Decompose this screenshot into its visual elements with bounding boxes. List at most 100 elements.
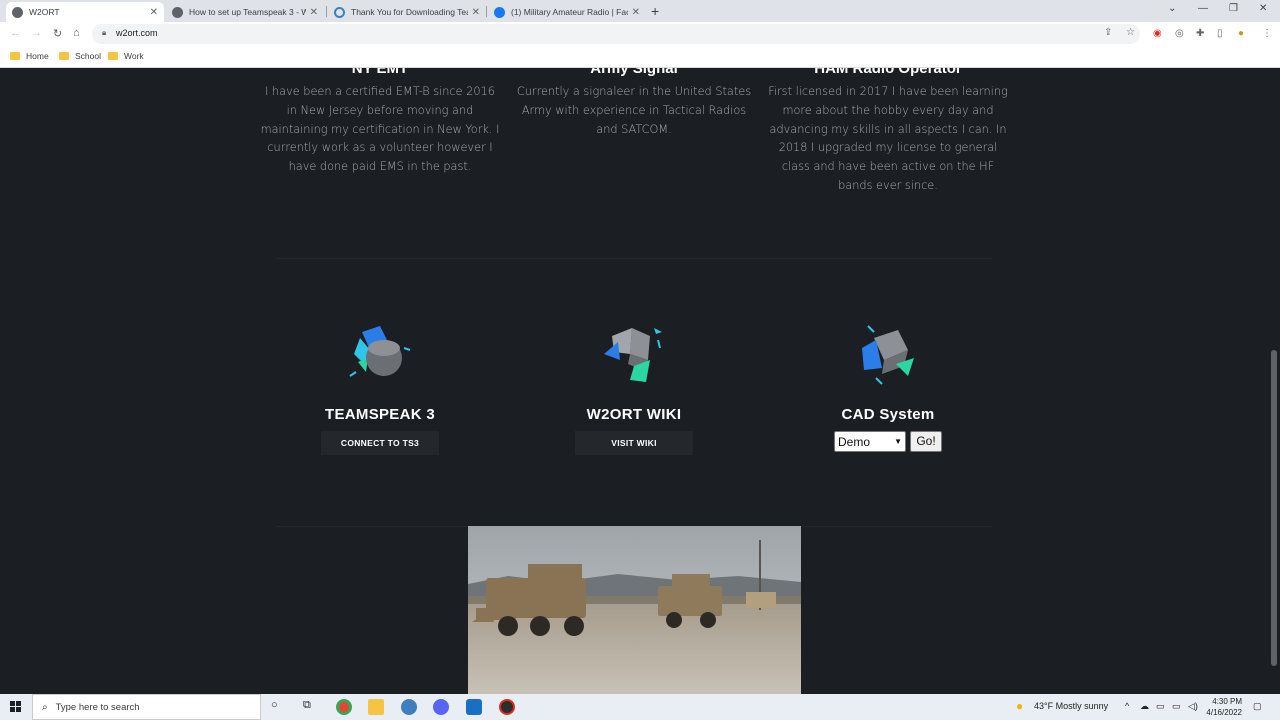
tab-search-icon[interactable]: ⌄ [1168, 3, 1176, 14]
teamspeak-feature: TEAMSPEAK 3 CONNECT TO TS3 [260, 324, 500, 455]
tab-separator [326, 6, 327, 17]
about-column-ham: HAM Radio Operator First licensed in 201… [768, 68, 1008, 196]
clock-time: 4:30 PM [1212, 697, 1242, 706]
about-heading: NY EMT [351, 68, 409, 77]
bookmark-home[interactable]: Home [10, 51, 49, 61]
bookmark-school[interactable]: School [59, 51, 101, 61]
restore-button[interactable]: ❐ [1229, 3, 1238, 14]
tab-title: Thank You for Downloading Tea [351, 7, 468, 17]
facebook-icon [494, 6, 505, 18]
close-icon[interactable]: ✕ [150, 7, 158, 18]
military-vehicles-photo [468, 526, 801, 694]
globe-icon [12, 6, 23, 18]
teamspeak-taskbar-icon[interactable] [401, 699, 417, 715]
folder-icon [59, 52, 69, 60]
taskbar-search-box[interactable]: ⌕ Type here to search [32, 694, 261, 720]
tab-teamspeak-guide[interactable]: How to set up Teamspeak 3 - W ✕ [166, 2, 324, 22]
window-close-button[interactable]: ✕ [1259, 3, 1267, 14]
feature-title: W2ORT WIKI [586, 406, 682, 423]
about-heading: HAM Radio Operator [814, 68, 962, 77]
bookmarks-bar: Home School Work [0, 46, 1280, 68]
loading-icon [334, 6, 345, 18]
tab-title: (1) Military Amateur Radio | Face [511, 7, 628, 17]
profile-avatar[interactable]: ● [1238, 28, 1244, 39]
about-text: I have been a certified EMT-B since 2016… [260, 85, 500, 174]
extension-icon[interactable]: ◉ [1153, 28, 1162, 39]
address-bar[interactable]: 🔒︎ w2ort.com ⇪ ☆ [92, 24, 1140, 44]
puzzle-icon[interactable]: ✚ [1196, 28, 1204, 39]
back-button[interactable]: ← [10, 27, 21, 39]
chevron-down-icon: ▼ [894, 437, 902, 446]
weather-text[interactable]: 43°F Mostly sunny [1034, 701, 1108, 711]
discord-icon[interactable] [433, 699, 449, 715]
taskbar-clock[interactable]: 4:30 PM 4/16/2022 [1198, 696, 1242, 718]
visit-wiki-button[interactable]: VISIT WIKI [575, 431, 693, 455]
file-explorer-icon[interactable] [368, 699, 384, 715]
menu-icon[interactable]: ⋮ [1262, 28, 1272, 39]
notification-icon[interactable]: ▢ [1253, 701, 1262, 712]
weather-sun-icon[interactable]: ● [1016, 699, 1023, 713]
about-column-emt: NY EMT I have been a certified EMT-B sin… [260, 68, 500, 177]
browser-tab-bar: W2ORT ✕ How to set up Teamspeak 3 - W ✕ … [0, 0, 1280, 22]
lock-icon[interactable]: 🔒︎ [102, 28, 106, 38]
extension-icon[interactable]: ◎ [1175, 28, 1184, 39]
forward-button[interactable]: → [31, 27, 42, 39]
about-text: Currently a signaleer in the United Stat… [516, 85, 752, 136]
feature-title: CAD System [841, 406, 935, 423]
tab-title: W2ORT [29, 7, 60, 17]
wiki-feature: W2ORT WIKI VISIT WIKI [514, 324, 754, 455]
display-icon[interactable]: ▭ [1156, 701, 1165, 712]
cortana-icon[interactable]: ○ [271, 699, 278, 711]
tab-facebook[interactable]: (1) Military Amateur Radio | Face ✕ [488, 2, 646, 22]
close-icon[interactable]: ✕ [632, 7, 640, 18]
close-icon[interactable]: ✕ [472, 7, 480, 18]
app-taskbar-icon[interactable] [499, 699, 515, 715]
volume-icon[interactable]: ◁) [1188, 701, 1198, 712]
search-placeholder: Type here to search [55, 701, 140, 713]
close-icon[interactable]: ✕ [310, 7, 318, 18]
steam-icon[interactable] [466, 699, 482, 715]
cad-select[interactable]: Demo ▼ [834, 431, 906, 452]
task-view-icon[interactable]: ⧉ [303, 699, 311, 712]
about-text: First licensed in 2017 I have been learn… [768, 85, 1008, 192]
web-page: NY EMT I have been a certified EMT-B sin… [0, 68, 1268, 694]
browser-toolbar: ← → ↻ ⌂ 🔒︎ w2ort.com ⇪ ☆ ◉ ◎ ✚ ▯ ● ⋮ [0, 22, 1280, 46]
minimize-button[interactable]: — [1198, 3, 1208, 14]
bookmark-label: School [75, 51, 101, 61]
tab-download-teamspeak[interactable]: Thank You for Downloading Tea ✕ [328, 2, 486, 22]
cloud-icon[interactable]: ☁ [1140, 701, 1149, 712]
network-icon[interactable]: ▭ [1172, 701, 1181, 712]
search-icon: ⌕ [42, 701, 48, 713]
tab-w2ort[interactable]: W2ORT ✕ [6, 2, 164, 22]
chrome-taskbar-icon[interactable] [336, 699, 352, 715]
home-icon[interactable]: ⌂ [73, 27, 80, 39]
teamspeak-cube-icon [349, 326, 411, 377]
bookmark-work[interactable]: Work [108, 51, 144, 61]
tab-title: How to set up Teamspeak 3 - W [189, 7, 306, 17]
bookmark-star-icon[interactable]: ☆ [1126, 27, 1135, 38]
section-divider [276, 258, 992, 259]
bookmark-label: Home [26, 51, 49, 61]
globe-icon [172, 6, 183, 18]
folder-icon [108, 52, 118, 60]
cad-cube-icon [862, 325, 914, 385]
windows-start-icon[interactable] [10, 701, 22, 713]
bookmark-label: Work [124, 51, 144, 61]
chevron-up-icon[interactable]: ^ [1125, 701, 1129, 711]
sidepanel-icon[interactable]: ▯ [1217, 28, 1223, 39]
go-button[interactable]: Go! [910, 431, 942, 452]
scrollbar-thumb[interactable] [1271, 350, 1277, 666]
reload-button[interactable]: ↻ [53, 27, 62, 40]
wiki-cube-icon [604, 328, 662, 382]
cad-form: Demo ▼ Go! [768, 431, 1008, 452]
connect-ts3-button[interactable]: CONNECT TO TS3 [321, 431, 439, 455]
tab-separator [486, 6, 487, 17]
feature-title: TEAMSPEAK 3 [325, 406, 435, 423]
folder-icon [10, 52, 20, 60]
url-text[interactable]: w2ort.com [116, 28, 158, 38]
cad-feature: CAD System Demo ▼ Go! [768, 324, 1008, 452]
new-tab-button[interactable]: + [651, 3, 659, 19]
windows-taskbar: ⌕ Type here to search ○ ⧉ ● 43°F Mostly … [0, 694, 1280, 720]
share-icon[interactable]: ⇪ [1104, 27, 1112, 38]
page-scrollbar[interactable] [1268, 68, 1280, 694]
